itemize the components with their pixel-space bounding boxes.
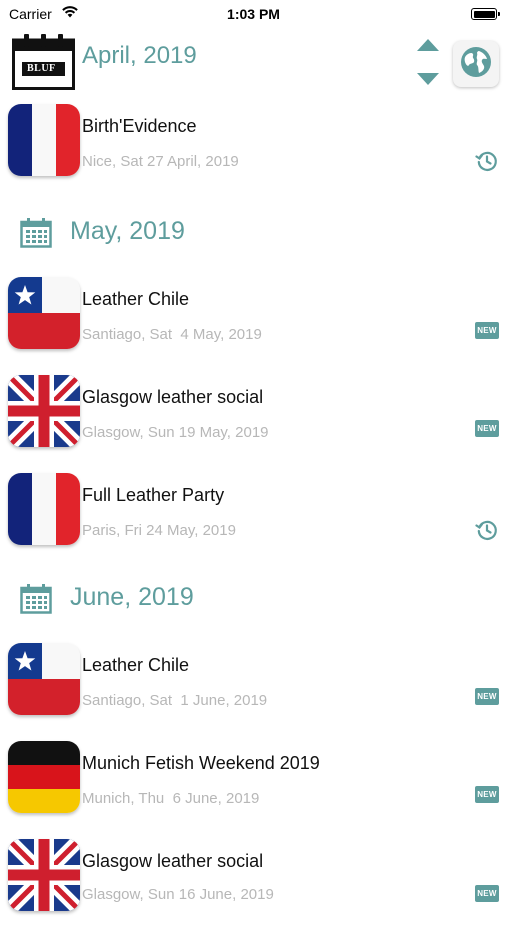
scroll-down-arrow-icon[interactable]: [416, 72, 440, 91]
chile-flag-icon: [8, 277, 80, 349]
event-subtitle: Nice, Sat 27 April, 2019: [82, 153, 239, 170]
event-subtitle: Glasgow, Sun 16 June, 2019: [82, 886, 274, 903]
event-subtitle: Munich, Thu 6 June, 2019: [82, 790, 260, 807]
month-section-header: May, 2019: [0, 207, 507, 257]
event-row[interactable]: Full Leather Party Paris, Fri 24 May, 20…: [0, 473, 507, 565]
event-title: Birth'Evidence: [82, 116, 197, 136]
event-title: Munich Fetish Weekend 2019: [82, 753, 320, 773]
event-subtitle: Paris, Fri 24 May, 2019: [82, 522, 236, 539]
globe-icon: [460, 46, 492, 83]
clock: 1:03 PM: [227, 6, 280, 22]
germany-flag-icon: [8, 741, 80, 813]
uk-flag-icon: [8, 375, 80, 447]
scroll-up-arrow-icon[interactable]: [416, 38, 440, 57]
bluf-calendar-logo[interactable]: [12, 34, 75, 90]
bluf-logo-text: BLUF: [27, 63, 56, 74]
globe-button[interactable]: [453, 41, 499, 87]
month-label: May, 2019: [70, 217, 185, 245]
event-row[interactable]: Munich Fetish Weekend 2019 Munich, Thu 6…: [0, 741, 507, 833]
uk-flag-icon: [8, 839, 80, 911]
event-subtitle: Santiago, Sat 1 June, 2019: [82, 692, 268, 709]
month-section-header: June, 2019: [0, 573, 507, 623]
event-title: Glasgow leather social: [82, 387, 264, 407]
month-label: June, 2019: [70, 583, 194, 611]
battery-icon: [471, 8, 500, 20]
event-title: Leather Chile: [82, 655, 190, 675]
event-row[interactable]: Glasgow leather social Glasgow, Sun 16 J…: [0, 839, 507, 931]
new-badge-icon: NEW: [475, 688, 499, 705]
event-row[interactable]: Birth'Evidence Nice, Sat 27 April, 2019: [0, 104, 507, 196]
history-icon: [475, 149, 499, 178]
calendar-icon: [20, 218, 52, 253]
event-title: Leather Chile: [82, 289, 190, 309]
new-badge-icon: NEW: [475, 885, 499, 902]
current-month-title: April, 2019: [82, 42, 197, 69]
event-row[interactable]: Leather Chile Santiago, Sat 4 May, 2019 …: [0, 277, 507, 369]
chile-flag-icon: [8, 643, 80, 715]
calendar-icon: [20, 584, 52, 619]
event-title: Glasgow leather social: [82, 851, 264, 871]
event-row[interactable]: Leather Chile Santiago, Sat 1 June, 2019…: [0, 643, 507, 735]
history-icon: [475, 518, 499, 547]
new-badge-icon: NEW: [475, 420, 499, 437]
status-bar: Carrier 1:03 PM: [0, 0, 507, 28]
attending-check-icon: [56, 515, 80, 545]
new-badge-icon: NEW: [475, 786, 499, 803]
france-flag-icon: [8, 104, 80, 176]
new-badge-icon: NEW: [475, 322, 499, 339]
event-subtitle: Glasgow, Sun 19 May, 2019: [82, 424, 269, 441]
event-row[interactable]: Glasgow leather social Glasgow, Sun 19 M…: [0, 375, 507, 467]
event-title: Full Leather Party: [82, 485, 225, 505]
event-subtitle: Santiago, Sat 4 May, 2019: [82, 326, 262, 343]
france-flag-icon: [8, 473, 80, 545]
